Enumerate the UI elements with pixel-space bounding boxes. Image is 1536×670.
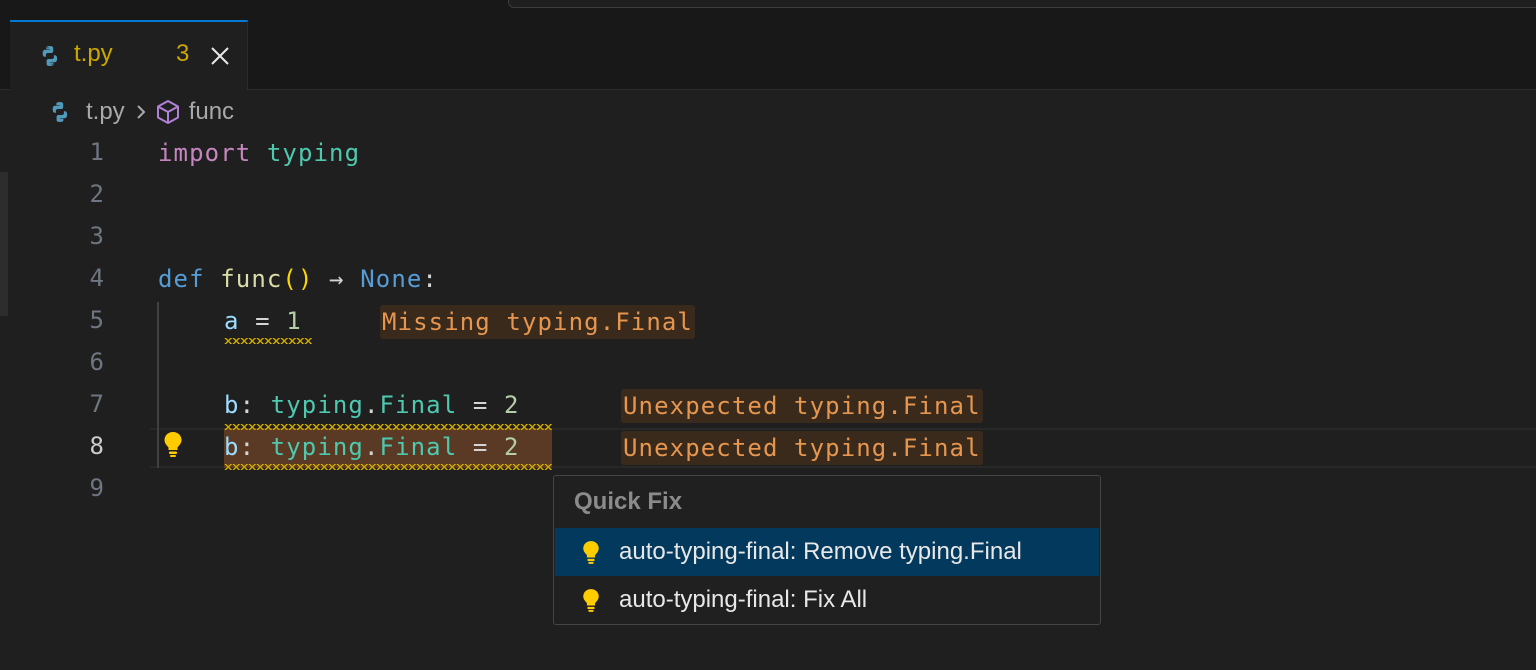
line-number: 2 [89,180,104,208]
variable-a: a [224,307,240,335]
editor-scroll-shadow [0,172,8,316]
number-literal: 2 [503,391,520,419]
line-number: 3 [89,222,104,250]
breadcrumb-symbol[interactable]: func [155,98,234,126]
module-name: typing [266,139,361,167]
number-literal: 2 [503,433,520,461]
variable-b: b [224,391,240,419]
warning-squiggle [224,424,552,430]
type-name: Final [379,433,458,461]
warning-squiggle [224,464,552,470]
line-number: 7 [89,390,104,418]
chevron-right-icon [136,105,146,119]
code-line-4[interactable]: def func() → None: [158,258,438,300]
assign-op: = [457,391,504,419]
quick-fix-widget: Quick Fix auto-typing-final: Remove typi… [553,475,1101,625]
code-line-5[interactable]: a = 1 [224,300,302,342]
module-name: typing [270,391,364,419]
breadcrumb-symbol-label: func [188,98,235,125]
function-name: func [220,265,283,293]
parens: () [282,265,314,293]
breadcrumb-file[interactable]: t.py [48,98,125,126]
number-literal: 1 [286,307,302,335]
colon: : [422,265,438,293]
module-name: typing [270,433,364,461]
code-line-8[interactable]: b: typing.Final = 2 [224,426,520,468]
lightbulb-icon [583,589,599,612]
code-line-1[interactable]: import typing [158,132,360,174]
warning-squiggle [224,338,312,344]
lightbulb-icon[interactable] [162,430,184,458]
quick-fix-item-fix-all[interactable]: auto-typing-final: Fix All [555,576,1099,624]
dot: . [363,391,380,419]
line-number: 5 [89,306,104,334]
colon: : [239,433,271,461]
breadcrumb-file-label: t.py [86,98,125,125]
line-number-active: 8 [89,432,104,460]
close-icon[interactable] [208,44,232,68]
type-name: Final [379,391,458,419]
command-center-edge[interactable] [508,0,1536,8]
inline-diagnostic: Missing typing.Final [380,305,695,339]
arrow-ligature: → [329,265,345,293]
breadcrumb: t.py func [48,94,234,130]
python-file-icon [42,46,58,66]
editor-tab-bar: t.py 3 [0,20,1536,90]
variable-b: b [224,433,240,461]
title-bar-strip [0,0,1536,20]
indent-guide [157,302,159,468]
quick-fix-item-remove[interactable]: auto-typing-final: Remove typing.Final [555,528,1099,576]
tab-filename: t.py [74,40,113,67]
assign-op: = [239,307,287,335]
keyword-def: def [158,265,205,293]
quick-fix-title: Quick Fix [574,488,683,515]
quick-fix-item-label: auto-typing-final: Fix All [619,586,868,613]
keyword-import: import [158,139,252,167]
colon: : [239,391,271,419]
line-number: 1 [89,138,104,166]
python-file-icon [52,102,68,122]
problem-count-badge: 3 [176,40,190,67]
dot: . [363,433,380,461]
lightbulb-icon [583,541,599,564]
tab-t-py[interactable]: t.py 3 [10,20,248,90]
quick-fix-item-label: auto-typing-final: Remove typing.Final [619,538,1022,565]
method-cube-icon [156,100,179,124]
assign-op: = [457,433,504,461]
inline-diagnostic: Unexpected typing.Final [621,389,983,423]
code-line-7[interactable]: b: typing.Final = 2 [224,384,520,426]
inline-diagnostic: Unexpected typing.Final [621,431,983,465]
return-type: None [360,265,423,293]
line-number: 4 [89,264,104,292]
line-number: 6 [89,348,104,376]
line-number: 9 [89,474,104,502]
